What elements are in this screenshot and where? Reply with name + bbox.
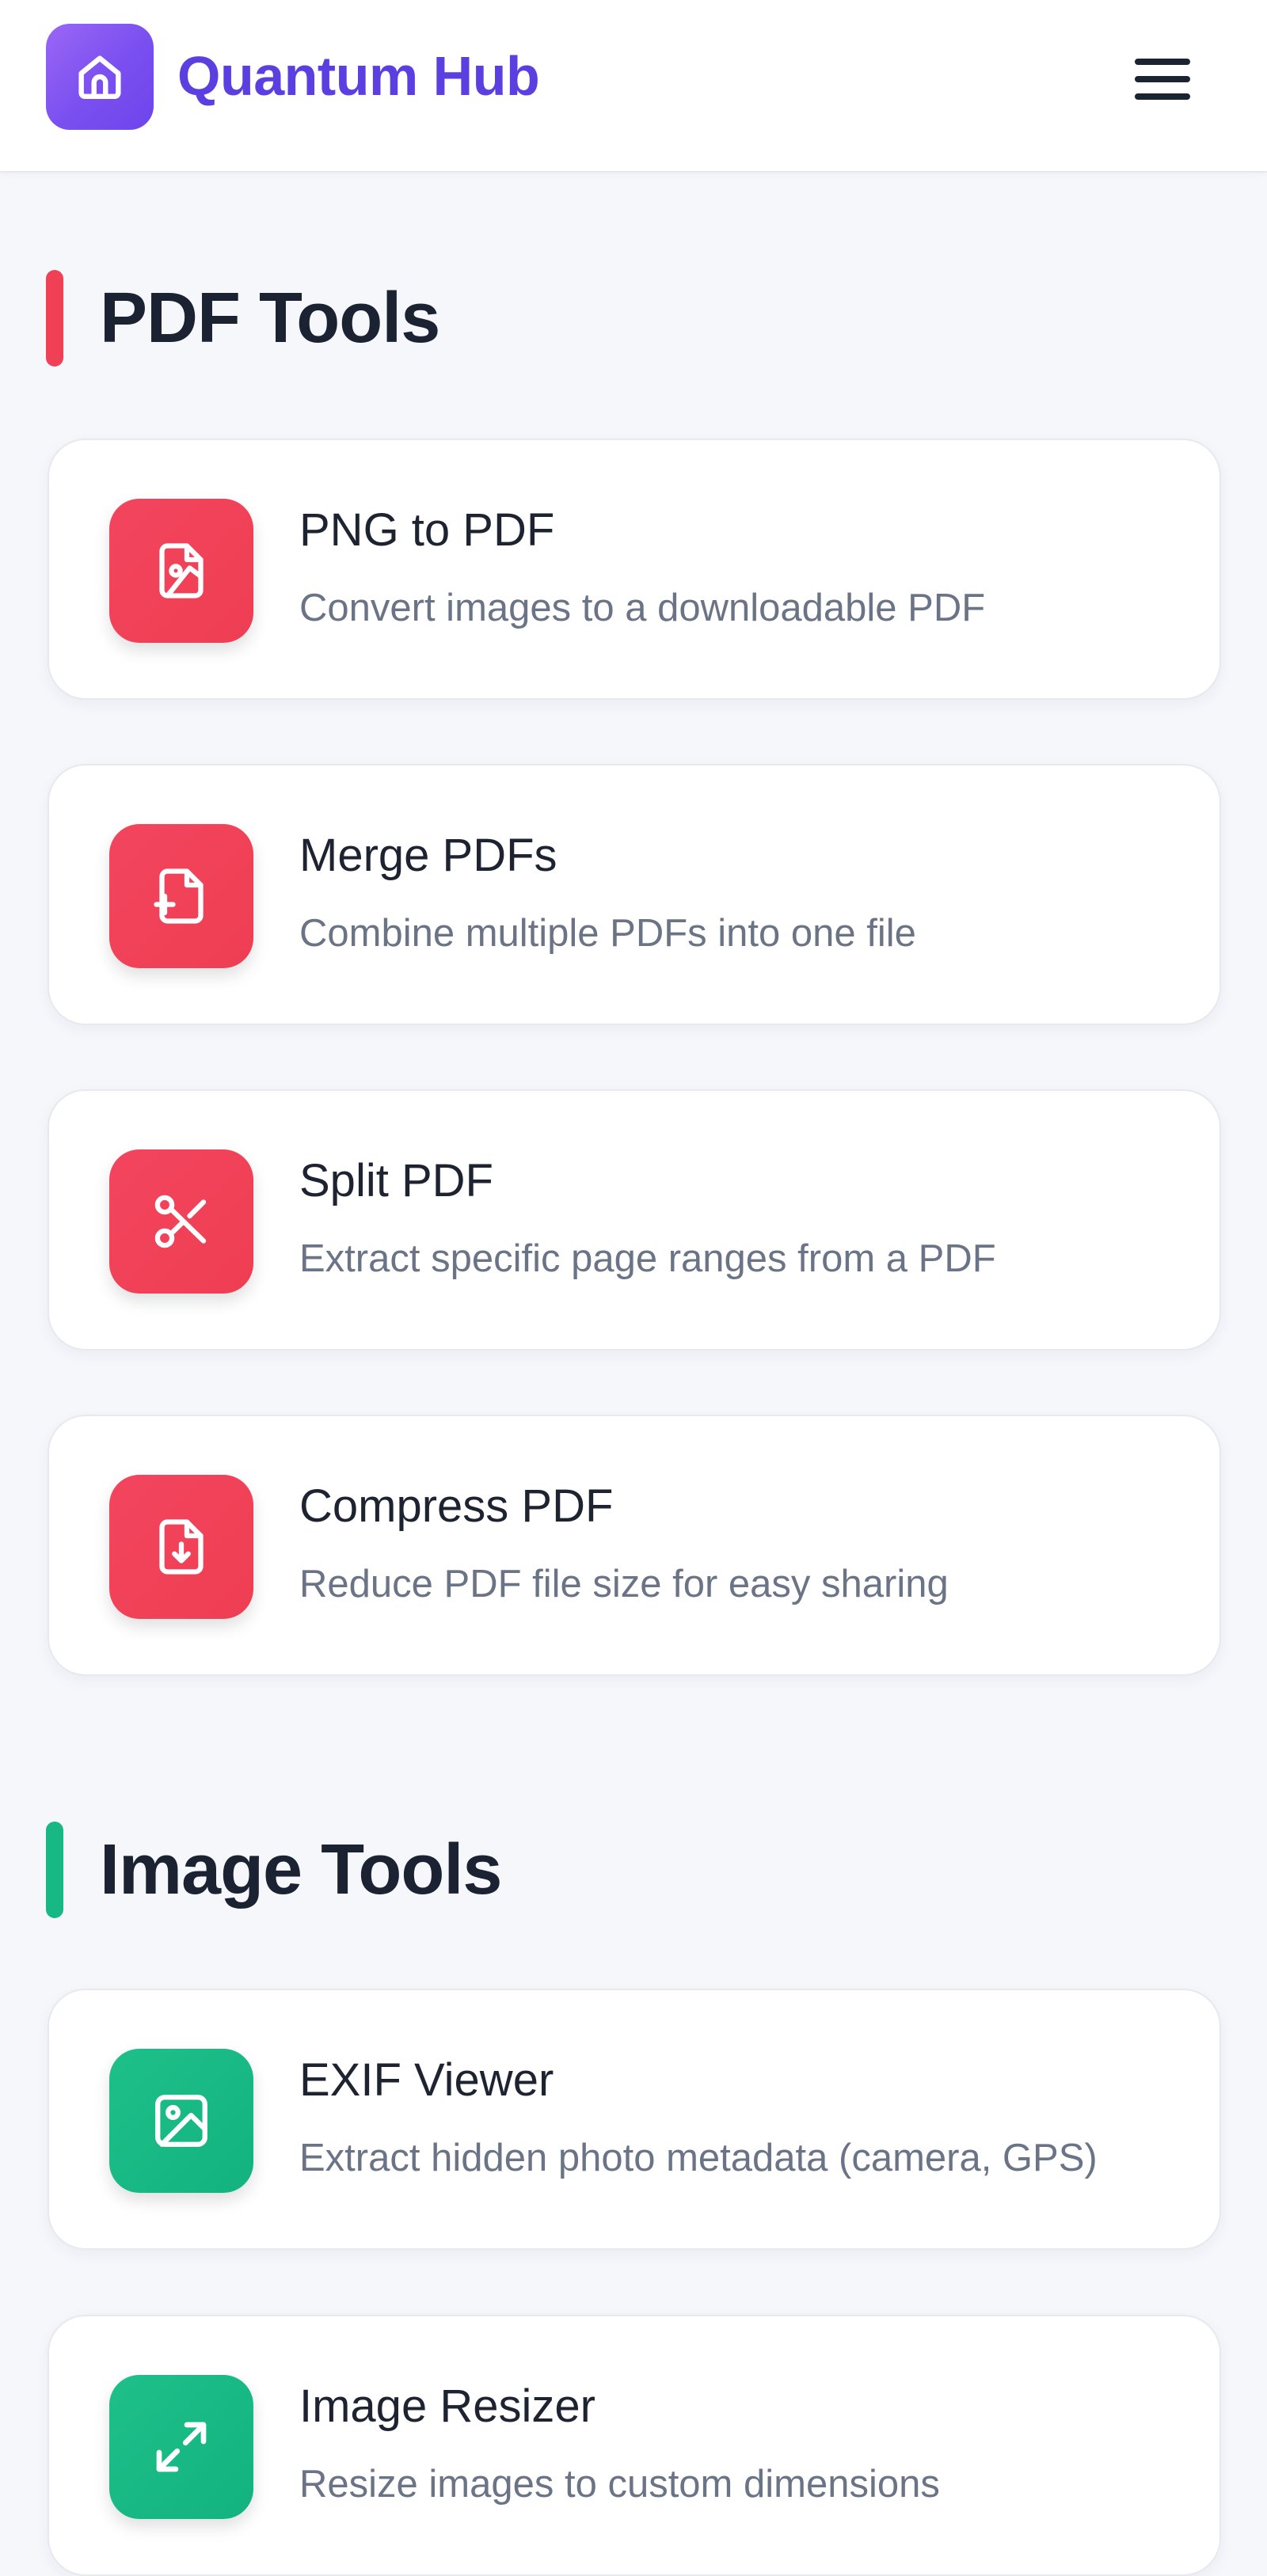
tool-card-exif-viewer[interactable]: EXIF Viewer Extract hidden photo metadat…	[48, 1989, 1221, 2250]
tool-description: Convert images to a downloadable PDF	[299, 587, 986, 629]
home-icon	[78, 55, 121, 99]
section-heading-image-tools: Image Tools	[46, 1821, 502, 1919]
tool-description: Combine multiple PDFs into one file	[299, 912, 916, 955]
tool-title: Split PDF	[299, 1155, 493, 1206]
menu-line	[1135, 76, 1190, 82]
tool-card-png-to-pdf[interactable]: PNG to PDF Convert images to a downloada…	[48, 439, 1221, 700]
tool-card-image-resizer[interactable]: Image Resizer Resize images to custom di…	[48, 2315, 1221, 2576]
section-heading-pdf-tools: PDF Tools	[46, 269, 440, 367]
tool-icon-box	[109, 1149, 253, 1294]
menu-line	[1135, 93, 1190, 100]
image-icon	[155, 2095, 207, 2147]
section-title: Image Tools	[100, 1829, 502, 1909]
logo[interactable]	[46, 24, 154, 130]
tool-title: Compress PDF	[299, 1480, 614, 1532]
tool-description: Resize images to custom dimensions	[299, 2463, 940, 2506]
section-accent-bar	[46, 270, 63, 367]
tool-description: Reduce PDF file size for easy sharing	[299, 1563, 949, 1605]
tool-title: Image Resizer	[299, 2380, 595, 2432]
file-plus-icon	[154, 868, 204, 924]
section-title: PDF Tools	[100, 278, 440, 358]
expand-arrows-icon	[156, 2422, 207, 2472]
tool-description: Extract specific page ranges from a PDF	[299, 1237, 996, 1280]
tool-card-merge-pdfs[interactable]: Merge PDFs Combine multiple PDFs into on…	[48, 764, 1221, 1025]
tool-title: PNG to PDF	[299, 504, 555, 556]
tool-icon-box	[109, 2049, 253, 2193]
scissors-icon	[154, 1195, 207, 1248]
tool-icon-box	[109, 499, 253, 643]
tool-card-compress-pdf[interactable]: Compress PDF Reduce PDF file size for ea…	[48, 1415, 1221, 1676]
tool-icon-box	[109, 2375, 253, 2519]
brand-name[interactable]: Quantum Hub	[177, 38, 540, 114]
tool-icon-box	[109, 1475, 253, 1619]
app-header: Quantum Hub	[0, 0, 1267, 173]
tool-title: Merge PDFs	[299, 830, 557, 881]
tool-title: EXIF Viewer	[299, 2054, 554, 2106]
section-accent-bar	[46, 1822, 63, 1918]
file-image-icon	[159, 543, 204, 598]
tool-description: Extract hidden photo metadata (camera, G…	[299, 2137, 1098, 2179]
tool-icon-box	[109, 824, 253, 968]
tool-card-split-pdf[interactable]: Split PDF Extract specific page ranges f…	[48, 1089, 1221, 1351]
menu-line	[1135, 59, 1190, 65]
hamburger-menu-icon[interactable]	[1128, 44, 1197, 114]
file-download-icon	[159, 1519, 204, 1575]
